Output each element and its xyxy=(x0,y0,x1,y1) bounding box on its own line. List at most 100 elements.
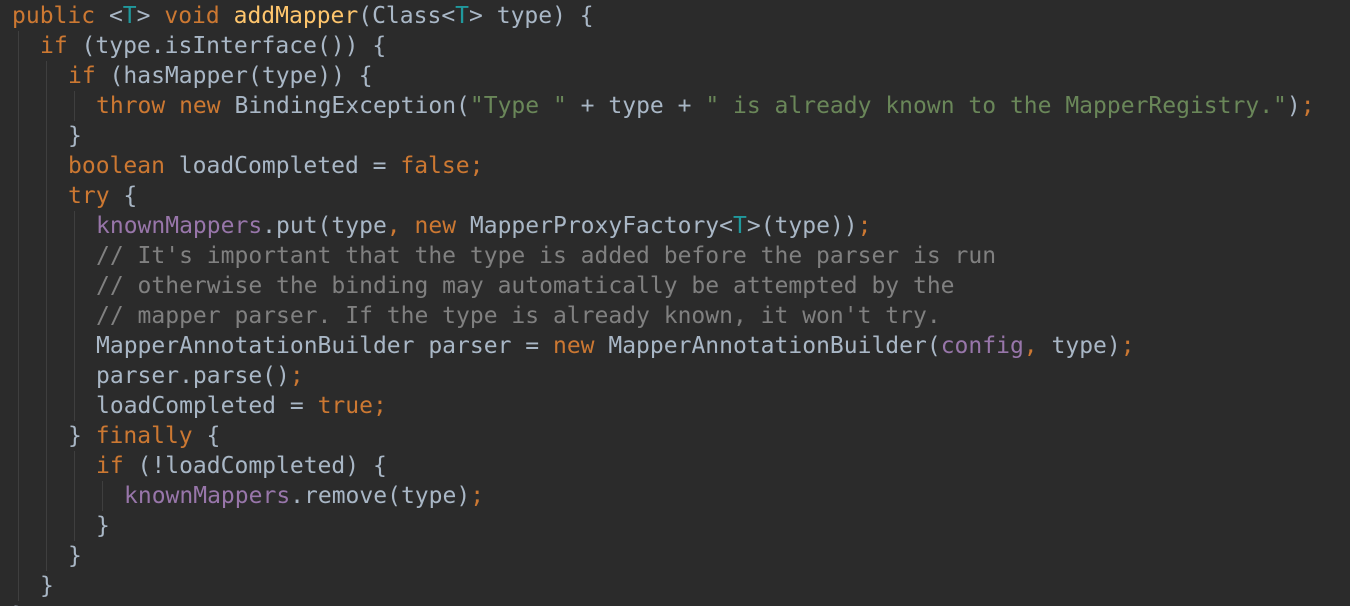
code-token: if xyxy=(68,63,110,89)
code-line[interactable]: } finally { xyxy=(68,421,220,451)
code-token: , xyxy=(1023,333,1052,359)
code-line[interactable]: if (hasMapper(type)) { xyxy=(68,61,373,91)
indent-guide xyxy=(46,91,47,121)
code-token: false xyxy=(400,153,470,179)
code-token: try xyxy=(68,183,124,209)
indent-guide xyxy=(46,151,47,181)
indent-guide xyxy=(46,121,47,151)
indent-guide xyxy=(46,361,47,391)
code-token: finally xyxy=(95,423,207,449)
code-token: " is already known to the MapperRegistry… xyxy=(705,93,1287,119)
code-token: ) xyxy=(1286,93,1301,119)
code-token: // mapper parser. If the type is already… xyxy=(96,303,941,329)
code-line[interactable]: } xyxy=(40,571,54,601)
code-token: if xyxy=(96,453,138,479)
code-line[interactable]: } xyxy=(96,511,110,541)
code-line[interactable]: knownMappers.remove(type); xyxy=(124,481,484,511)
code-token: knownMappers xyxy=(124,483,291,509)
code-token: type) xyxy=(1051,333,1121,359)
indent-guide xyxy=(18,391,19,421)
indent-guide xyxy=(18,181,19,211)
code-token: parser.parse() xyxy=(96,363,290,389)
indent-guide xyxy=(102,481,103,511)
code-token: >(type)) xyxy=(746,213,858,239)
indent-guide xyxy=(18,271,19,301)
code-token: void xyxy=(164,3,234,29)
code-token: // It's important that the type is added… xyxy=(96,243,997,269)
code-token: ; xyxy=(1120,333,1135,359)
indent-guide xyxy=(74,511,75,541)
code-token: knownMappers xyxy=(96,213,263,239)
code-line[interactable]: // It's important that the type is added… xyxy=(96,241,996,271)
indent-guide xyxy=(46,331,47,361)
code-token: ; xyxy=(469,153,484,179)
code-line[interactable]: } xyxy=(68,121,82,151)
indent-guide xyxy=(46,541,47,571)
indent-guide xyxy=(46,271,47,301)
code-line[interactable]: if (!loadCompleted) { xyxy=(96,451,387,481)
indent-guide xyxy=(74,211,75,241)
indent-guide xyxy=(18,421,19,451)
indent-guide xyxy=(46,391,47,421)
indent-guide xyxy=(74,361,75,391)
code-line[interactable]: try { xyxy=(68,181,137,211)
code-line[interactable]: knownMappers.put(type, new MapperProxyFa… xyxy=(96,211,872,241)
indent-guide xyxy=(18,241,19,271)
indent-guide xyxy=(18,451,19,481)
code-line[interactable]: // mapper parser. If the type is already… xyxy=(96,301,941,331)
code-token: { xyxy=(123,183,138,209)
indent-guide xyxy=(74,481,75,511)
code-token: .put(type xyxy=(262,213,387,239)
code-token: .remove(type) xyxy=(290,483,471,509)
code-token: T xyxy=(455,3,470,29)
indent-guide xyxy=(18,571,19,601)
code-token: new xyxy=(552,333,609,359)
code-token: boolean xyxy=(68,153,179,179)
code-line[interactable]: boolean loadCompleted = false; xyxy=(68,151,483,181)
code-token: < xyxy=(108,3,123,29)
code-token: { xyxy=(206,423,221,449)
code-line[interactable]: public <T> void addMapper(Class<T> type)… xyxy=(12,1,594,31)
code-token: T xyxy=(122,3,137,29)
code-token: MapperAnnotationBuilder( xyxy=(608,333,941,359)
code-token: > xyxy=(136,3,165,29)
code-token: } xyxy=(68,423,96,449)
indent-guide xyxy=(74,301,75,331)
code-token: loadCompleted = xyxy=(96,393,318,419)
indent-guide xyxy=(18,151,19,181)
code-token: + type + xyxy=(566,93,706,119)
code-line[interactable]: loadCompleted = true; xyxy=(96,391,387,421)
code-token: T xyxy=(733,213,747,239)
code-token: MapperAnnotationBuilder parser = xyxy=(96,333,553,359)
indent-guide xyxy=(18,31,19,61)
code-token: ; xyxy=(372,393,387,419)
code-line[interactable]: } xyxy=(68,541,82,571)
indent-guide xyxy=(46,241,47,271)
code-token: > type) { xyxy=(469,3,594,29)
indent-guide xyxy=(18,91,19,121)
code-line[interactable]: throw new BindingException("Type " + typ… xyxy=(96,91,1315,121)
indent-guide xyxy=(18,331,19,361)
code-line[interactable]: parser.parse(); xyxy=(96,361,304,391)
code-token: config xyxy=(940,333,1024,359)
indent-guide xyxy=(18,301,19,331)
code-token: (Class< xyxy=(358,3,456,29)
code-token: ; xyxy=(857,213,872,239)
indent-guide xyxy=(46,511,47,541)
code-line[interactable]: MapperAnnotationBuilder parser = new Map… xyxy=(96,331,1135,361)
code-line[interactable]: // otherwise the binding may automatical… xyxy=(96,271,955,301)
code-line[interactable]: if (type.isInterface()) { xyxy=(40,31,386,61)
indent-guide xyxy=(74,241,75,271)
code-token: true xyxy=(317,393,373,419)
code-editor[interactable]: public <T> void addMapper(Class<T> type)… xyxy=(0,0,1350,606)
code-token: addMapper xyxy=(233,3,359,29)
code-token: "Type " xyxy=(469,93,567,119)
indent-guide xyxy=(18,511,19,541)
code-line[interactable]: } xyxy=(12,601,26,606)
code-token: , xyxy=(386,213,415,239)
code-token: BindingException( xyxy=(234,93,470,119)
indent-guide xyxy=(74,451,75,481)
indent-guide xyxy=(18,541,19,571)
indent-guide xyxy=(74,91,75,121)
code-token: (hasMapper(type)) { xyxy=(109,63,373,89)
